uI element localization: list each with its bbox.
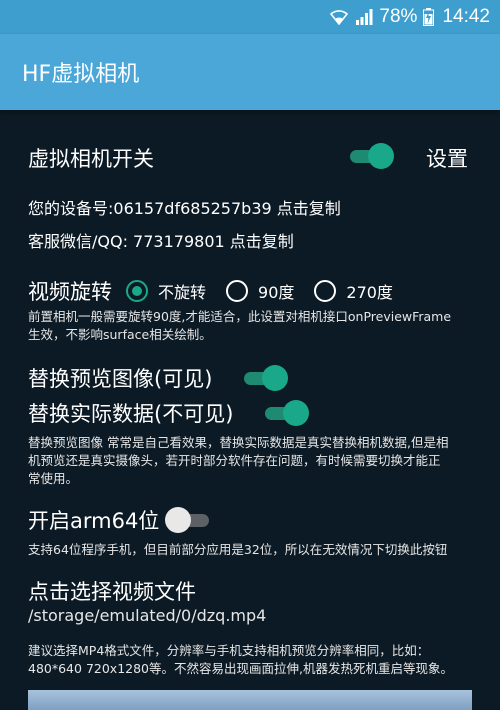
battery-charging-icon (423, 8, 435, 26)
replace-data-label: 替换实际数据(不可见) (28, 402, 234, 426)
replace-data-switch[interactable] (261, 400, 310, 426)
replace-preview-row: 替换预览图像(可见) (28, 363, 289, 393)
video-hint-line: 480*640 720x1280等。不然容易出现画面拉伸,机器发热死机重启等现象… (28, 661, 453, 676)
video-path-row: /storage/emulated/0/dzq.mp4 (28, 606, 266, 625)
rotation-row: 视频旋转 不旋转 90度 270度 (28, 276, 413, 306)
replace-hint-line: 替换预览图像 常常是自己看效果，替换实际数据是真实替换相机数据,但是相 (28, 435, 449, 450)
rotation-label: 视频旋转 (28, 280, 112, 304)
signal-icon (355, 9, 373, 25)
battery-percent: 78% (379, 6, 418, 27)
radio-270[interactable] (314, 280, 337, 302)
rotation-hint-line: 生效，不影响surface相关绘制。 (28, 327, 212, 342)
arm64-switch[interactable] (165, 507, 213, 533)
radio-90[interactable] (226, 280, 249, 302)
radio-no-rotation[interactable] (126, 280, 148, 302)
radio-90-label[interactable]: 90度 (258, 279, 294, 303)
arm64-label: 开启arm64位 (28, 509, 160, 533)
virtual-camera-row: 虚拟相机开关 设置 (28, 143, 472, 173)
video-path: /storage/emulated/0/dzq.mp4 (28, 606, 267, 625)
support-text: 客服微信/QQ: 773179801 点击复制 (28, 232, 294, 251)
replace-hint-line: 常使用。 (28, 471, 79, 486)
select-video-label[interactable]: 点击选择视频文件 (28, 576, 196, 606)
app-bar: HF虚拟相机 (0, 34, 500, 110)
wifi-icon (329, 9, 349, 25)
arm64-row: 开启arm64位 (28, 505, 213, 535)
radio-270-label[interactable]: 270度 (346, 279, 393, 303)
settings-button[interactable]: 设置 (426, 143, 468, 173)
replace-preview-switch[interactable] (240, 365, 289, 391)
video-preview-image (28, 690, 472, 710)
arm64-hint: 支持64位程序手机，但目前部分应用是32位，所以在无效情况下切换此按钮 (28, 541, 447, 559)
clock: 14:42 (442, 6, 490, 27)
status-bar: 78% 14:42 (0, 0, 500, 34)
video-hint-line: 建议选择MP4格式文件，分辨率与手机支持相机预览分辨率相同，比如： (28, 643, 430, 658)
virtual-camera-switch[interactable] (346, 143, 394, 169)
device-id-text: 您的设备号:06157df685257b39 点击复制 (28, 199, 341, 218)
replace-data-row: 替换实际数据(不可见) (28, 398, 310, 428)
replace-hint-line: 机预览还是真实摄像头，若开时部分软件存在问题，有时候需要切换才能正 (28, 453, 441, 468)
select-video-row[interactable]: 点击选择视频文件 (28, 576, 196, 606)
radio-no-rotation-label[interactable]: 不旋转 (158, 279, 206, 303)
rotation-hint-line: 前置相机一般需要旋转90度,才能适合，此设置对相机接口onPreviewFram… (28, 309, 452, 324)
replace-preview-label: 替换预览图像(可见) (28, 367, 213, 391)
app-title: HF虚拟相机 (22, 62, 140, 87)
virtual-camera-label: 虚拟相机开关 (28, 147, 154, 171)
support-row[interactable]: 客服微信/QQ: 773179801 点击复制 (28, 228, 294, 252)
device-id-row[interactable]: 您的设备号:06157df685257b39 点击复制 (28, 195, 341, 219)
rotation-hint: 前置相机一般需要旋转90度,才能适合，此设置对相机接口onPreviewFram… (28, 308, 451, 344)
arm64-hint-text: 支持64位程序手机，但目前部分应用是32位，所以在无效情况下切换此按钮 (28, 542, 448, 557)
replace-hint: 替换预览图像 常常是自己看效果，替换实际数据是真实替换相机数据,但是相 机预览还… (28, 434, 448, 488)
video-hint: 建议选择MP4格式文件，分辨率与手机支持相机预览分辨率相同，比如： 480*64… (28, 642, 453, 678)
